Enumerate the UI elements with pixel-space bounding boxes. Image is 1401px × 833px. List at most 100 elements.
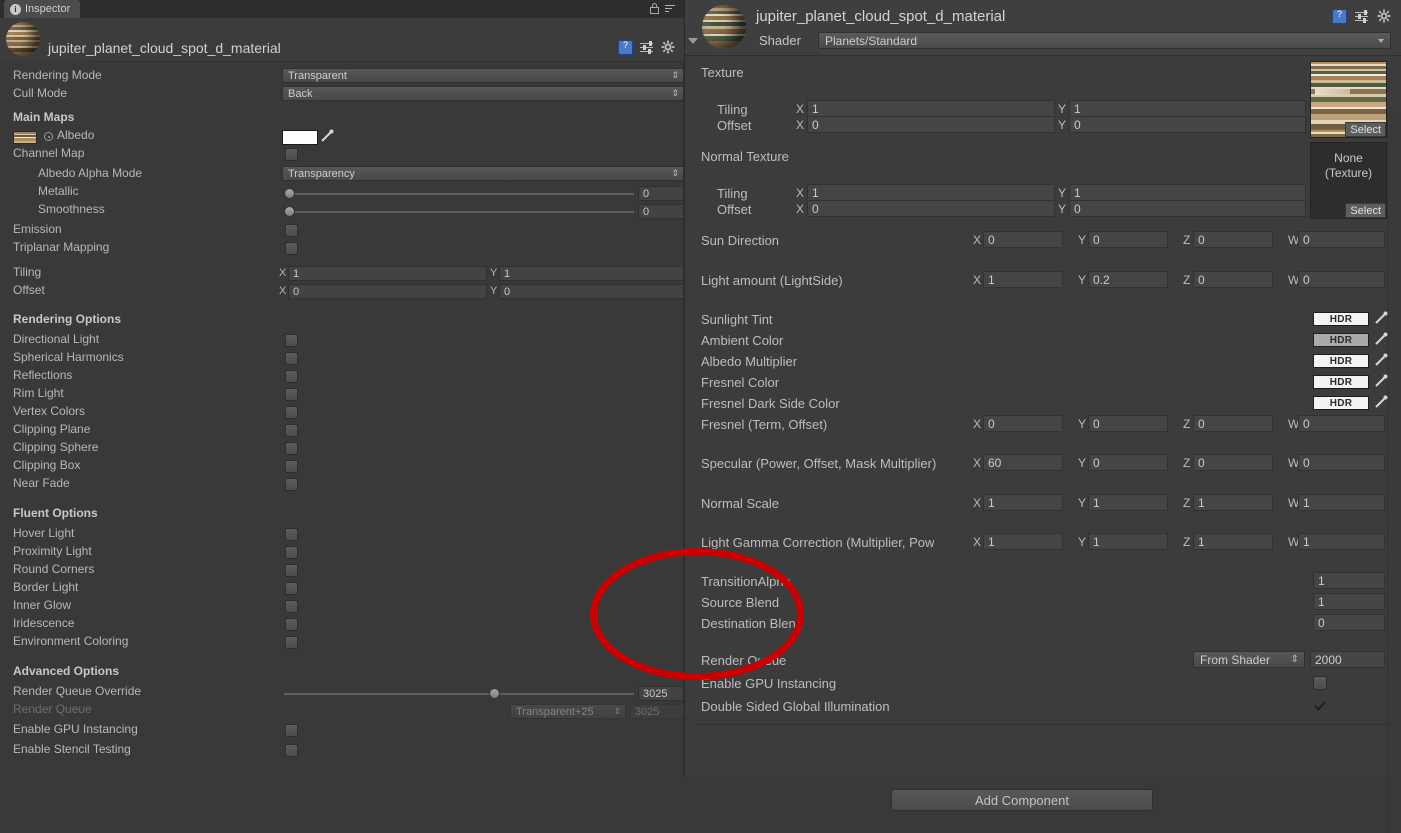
texture-offset-x[interactable]: 0 bbox=[807, 116, 1055, 133]
normal-scale-y[interactable]: 1 bbox=[1088, 494, 1168, 511]
light-gamma-y[interactable]: 1 bbox=[1088, 533, 1168, 550]
color-swatch-sunlight-tint[interactable]: HDR bbox=[1313, 312, 1369, 326]
sun-direction-x[interactable]: 0 bbox=[983, 231, 1063, 248]
slider-knob[interactable] bbox=[284, 188, 295, 199]
checkbox-enable-stencil-testing[interactable] bbox=[285, 744, 298, 757]
add-component-button[interactable]: Add Component bbox=[891, 789, 1153, 811]
light-gamma-z[interactable]: 1 bbox=[1193, 533, 1273, 550]
checkbox-environment-coloring[interactable] bbox=[285, 636, 298, 649]
normal-offset-y[interactable]: 0 bbox=[1069, 200, 1306, 217]
value-render-queue[interactable]: 2000 bbox=[1310, 651, 1385, 668]
value-smoothness[interactable]: 0 bbox=[638, 204, 684, 219]
light-gamma-x[interactable]: 1 bbox=[983, 533, 1063, 550]
slider-smoothness[interactable] bbox=[284, 205, 634, 218]
normal-scale-w[interactable]: 1 bbox=[1298, 494, 1385, 511]
normal-offset-x[interactable]: 0 bbox=[807, 200, 1055, 217]
checkbox-clipping-box[interactable] bbox=[285, 460, 298, 473]
gear-icon[interactable] bbox=[661, 40, 676, 55]
checkbox-clipping-plane[interactable] bbox=[285, 424, 298, 437]
lock-icon[interactable] bbox=[650, 3, 659, 14]
gear-icon[interactable] bbox=[1377, 9, 1392, 24]
eyedropper-icon[interactable] bbox=[1374, 374, 1388, 388]
specular-x[interactable]: 60 bbox=[983, 454, 1063, 471]
sun-direction-z[interactable]: 0 bbox=[1193, 231, 1273, 248]
tiling-x[interactable]: 1 bbox=[288, 266, 487, 281]
color-swatch-fresnel-color[interactable]: HDR bbox=[1313, 375, 1369, 389]
slider-knob[interactable] bbox=[284, 206, 295, 217]
offset-x[interactable]: 0 bbox=[288, 284, 487, 299]
texture-slot[interactable]: Select bbox=[1310, 61, 1387, 138]
color-swatch-albedo-multiplier[interactable]: HDR bbox=[1313, 354, 1369, 368]
checkbox-round-corners[interactable] bbox=[285, 564, 298, 577]
normal-scale-x[interactable]: 1 bbox=[983, 494, 1063, 511]
light-amount-x[interactable]: 1 bbox=[983, 271, 1063, 288]
color-swatch-ambient-color[interactable]: HDR bbox=[1313, 333, 1369, 347]
specular-w[interactable]: 0 bbox=[1298, 454, 1385, 471]
panel-menu-icon[interactable] bbox=[665, 5, 677, 13]
sun-direction-w[interactable]: 0 bbox=[1298, 231, 1385, 248]
albedo-color-swatch[interactable] bbox=[282, 130, 318, 145]
dropdown-cull-mode[interactable]: Back ⇕ bbox=[282, 86, 684, 101]
checkbox-spherical-harmonics[interactable] bbox=[285, 352, 298, 365]
fresnel-y[interactable]: 0 bbox=[1088, 415, 1168, 432]
dropdown-render-queue[interactable]: Transparent+25 ⇕ bbox=[510, 704, 626, 719]
object-picker-icon[interactable] bbox=[44, 132, 53, 141]
normal-tiling-y[interactable]: 1 bbox=[1069, 184, 1306, 201]
shader-dropdown[interactable]: Planets/Standard bbox=[818, 32, 1391, 49]
checkbox-enable-gpu-instancing[interactable] bbox=[285, 724, 298, 737]
fresnel-x[interactable]: 0 bbox=[983, 415, 1063, 432]
specular-y[interactable]: 0 bbox=[1088, 454, 1168, 471]
dropdown-rendering-mode[interactable]: Transparent ⇕ bbox=[282, 68, 684, 83]
dropdown-albedo-alpha-mode[interactable]: Transparency ⇕ bbox=[282, 166, 684, 181]
help-book-icon[interactable] bbox=[618, 40, 633, 55]
eyedropper-icon[interactable] bbox=[1374, 332, 1388, 346]
eyedropper-icon[interactable] bbox=[320, 129, 334, 143]
texture-select-button[interactable]: Select bbox=[1345, 122, 1386, 137]
normal-texture-slot[interactable]: None (Texture) Select bbox=[1310, 142, 1387, 219]
checkbox-inner-glow[interactable] bbox=[285, 600, 298, 613]
tiling-y[interactable]: 1 bbox=[499, 266, 684, 281]
help-book-icon[interactable] bbox=[1332, 9, 1347, 24]
texture-tiling-y[interactable]: 1 bbox=[1069, 100, 1306, 117]
slider-metallic[interactable] bbox=[284, 187, 634, 200]
checkbox-reflections[interactable] bbox=[285, 370, 298, 383]
checkbox-rim-light[interactable] bbox=[285, 388, 298, 401]
tab-inspector[interactable]: i Inspector bbox=[4, 0, 80, 18]
checkbox-proximity-light[interactable] bbox=[285, 546, 298, 559]
eyedropper-icon[interactable] bbox=[1374, 311, 1388, 325]
slider-knob[interactable] bbox=[489, 688, 500, 699]
value-transition-alpha[interactable]: 1 bbox=[1313, 572, 1385, 589]
normal-scale-z[interactable]: 1 bbox=[1193, 494, 1273, 511]
light-amount-z[interactable]: 0 bbox=[1193, 271, 1273, 288]
checkbox-directional-light[interactable] bbox=[285, 334, 298, 347]
value-destination-blend[interactable]: 0 bbox=[1313, 614, 1385, 631]
checkbox-emission[interactable] bbox=[285, 224, 298, 237]
checkbox-vertex-colors[interactable] bbox=[285, 406, 298, 419]
checkbox-enable-gpu-instancing[interactable] bbox=[1313, 676, 1327, 690]
checkbox-near-fade[interactable] bbox=[285, 478, 298, 491]
checkbox-border-light[interactable] bbox=[285, 582, 298, 595]
preset-icon[interactable] bbox=[1355, 11, 1369, 23]
light-amount-w[interactable]: 0 bbox=[1298, 271, 1385, 288]
foldout-arrow-icon[interactable] bbox=[688, 38, 698, 44]
value-source-blend[interactable]: 1 bbox=[1313, 593, 1385, 610]
eyedropper-icon[interactable] bbox=[1374, 353, 1388, 367]
preset-icon[interactable] bbox=[640, 42, 654, 54]
checkbox-iridescence[interactable] bbox=[285, 618, 298, 631]
checkbox-hover-light[interactable] bbox=[285, 528, 298, 541]
fresnel-z[interactable]: 0 bbox=[1193, 415, 1273, 432]
normal-tiling-x[interactable]: 1 bbox=[807, 184, 1055, 201]
texture-tiling-x[interactable]: 1 bbox=[807, 100, 1055, 117]
offset-y[interactable]: 0 bbox=[499, 284, 684, 299]
checkbox-double-sided-gi[interactable] bbox=[1313, 699, 1327, 713]
normal-texture-select-button[interactable]: Select bbox=[1345, 203, 1386, 218]
checkbox-triplanar-mapping[interactable] bbox=[285, 242, 298, 255]
slider-render-queue-override[interactable] bbox=[284, 687, 634, 700]
light-amount-y[interactable]: 0.2 bbox=[1088, 271, 1168, 288]
color-swatch-fresnel-dark-side[interactable]: HDR bbox=[1313, 396, 1369, 410]
albedo-texture-icon[interactable] bbox=[13, 131, 37, 144]
specular-z[interactable]: 0 bbox=[1193, 454, 1273, 471]
value-render-queue-override[interactable]: 3025 bbox=[638, 686, 684, 701]
checkbox-channel-map[interactable] bbox=[285, 148, 298, 161]
light-gamma-w[interactable]: 1 bbox=[1298, 533, 1385, 550]
